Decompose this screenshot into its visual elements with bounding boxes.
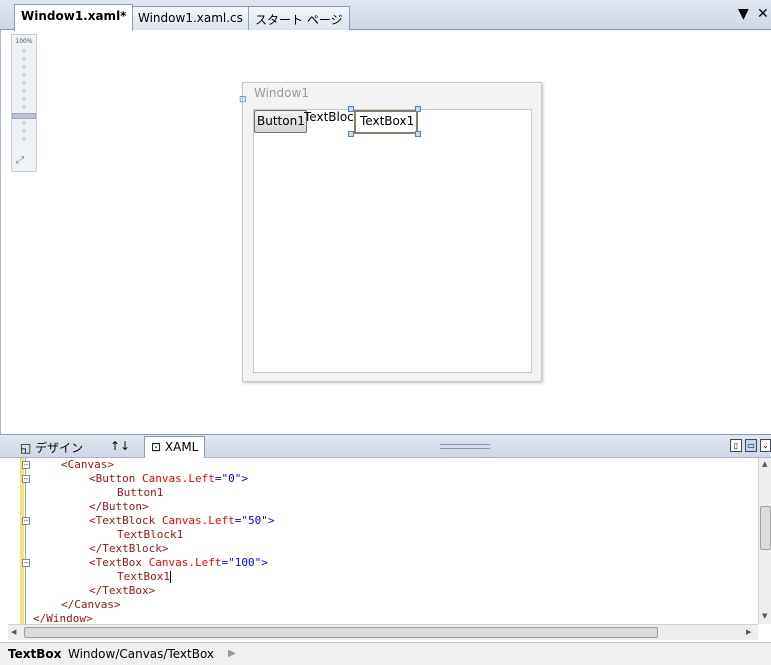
- button1-label: Button1: [257, 114, 305, 128]
- window-title: Window1: [254, 86, 309, 100]
- collapse-icon[interactable]: −: [22, 559, 30, 567]
- xml-bracket: >: [267, 514, 275, 527]
- code-line: <TextBlock Canvas.Left="50">: [89, 514, 274, 528]
- scroll-left-icon[interactable]: ◀: [11, 628, 16, 636]
- xml-text: TextBox1: [117, 570, 170, 583]
- tab-label: Window1.xaml.cs: [138, 11, 243, 25]
- xml-bracket: >: [241, 472, 248, 485]
- collapse-icon[interactable]: −: [22, 475, 30, 483]
- xml-tag: <TextBlock: [89, 514, 156, 527]
- selection-handle[interactable]: [415, 106, 421, 112]
- zoom-slider-thumb[interactable]: [12, 113, 36, 119]
- xml-tag: <Canvas>: [61, 458, 114, 471]
- vertical-split-button[interactable]: ▯: [730, 439, 742, 452]
- textblock1-text: TextBlock1: [304, 110, 353, 124]
- xaml-view-icon: ⊡: [151, 440, 162, 454]
- code-line: <TextBox Canvas.Left="100">: [89, 556, 268, 570]
- xml-attribute: Canvas.Left: [135, 472, 215, 485]
- textbox1-text: TextBox1: [360, 114, 415, 128]
- button1-control[interactable]: Button1: [254, 110, 307, 133]
- code-line: Button1: [117, 486, 163, 500]
- scroll-down-icon[interactable]: ▼: [762, 612, 767, 620]
- code-line: </Canvas>: [61, 598, 121, 612]
- tab-window1-xaml-cs[interactable]: Window1.xaml.cs: [131, 6, 250, 30]
- vs-wpf-designer: Window1.xaml* Window1.xaml.cs スタート ページ ▼…: [0, 0, 771, 665]
- xaml-tab-label: XAML: [164, 440, 199, 454]
- xml-value: "100": [228, 556, 262, 569]
- code-line: </Button>: [89, 500, 149, 514]
- swap-icon: ↑↓: [110, 439, 131, 453]
- view-splitter[interactable]: ◱ デザイン ↑↓ ⊡ XAML ▯ ▭ ⌄: [0, 434, 771, 459]
- xml-attribute: Canvas.Left: [155, 514, 235, 527]
- element-path[interactable]: Window/Canvas/TextBox: [68, 647, 214, 661]
- zoom-label: 100%: [15, 38, 33, 45]
- design-surface[interactable]: 100% ⤢ Window1 ⊡ Button1 TextBlock1 Text…: [0, 30, 771, 434]
- xaml-editor[interactable]: − − − − <Canvas> <Button Canvas.Left="0"…: [8, 458, 758, 624]
- selection-handle[interactable]: [348, 131, 354, 137]
- xml-tag: <Button: [89, 472, 136, 485]
- document-tab-strip: Window1.xaml* Window1.xaml.cs スタート ページ ▼…: [0, 0, 771, 31]
- xml-attribute: Canvas.Left: [141, 556, 222, 569]
- horizontal-scroll-thumb[interactable]: [24, 627, 658, 638]
- code-line: TextBox1: [117, 570, 171, 584]
- code-line: TextBlock1: [117, 528, 183, 542]
- xml-tag: </TextBox>: [89, 584, 156, 597]
- xml-value: "0": [221, 472, 242, 485]
- vertical-scrollbar[interactable]: ▲ ▼: [758, 458, 771, 624]
- tab-start-page[interactable]: スタート ページ: [248, 6, 350, 30]
- design-tab-label: デザイン: [35, 441, 84, 455]
- collapse-icon[interactable]: −: [22, 461, 30, 469]
- code-line: </TextBlock>: [89, 542, 168, 556]
- wpf-window-preview[interactable]: Window1 ⊡ Button1 TextBlock1 TextBox1: [239, 82, 542, 382]
- zoom-control[interactable]: 100% ⤢: [11, 34, 37, 172]
- element-breadcrumb-bar: TextBox Window/Canvas/TextBox ▶: [0, 642, 771, 665]
- scroll-up-icon[interactable]: ▲: [762, 460, 767, 468]
- design-view-icon: ◱: [20, 441, 32, 455]
- tab-design[interactable]: ◱ デザイン: [14, 436, 89, 457]
- tab-label: Window1.xaml*: [21, 9, 127, 23]
- xml-value: "50": [241, 514, 268, 527]
- textbox1-control[interactable]: TextBox1: [354, 110, 418, 134]
- xml-text: Button1: [117, 486, 164, 499]
- xml-tag: </Button>: [89, 500, 149, 513]
- code-line: <Button Canvas.Left="0">: [89, 472, 248, 486]
- scroll-right-icon[interactable]: ▶: [746, 628, 751, 636]
- dropdown-icon[interactable]: ▼: [738, 6, 749, 22]
- canvas-area[interactable]: Button1 TextBlock1 TextBox1: [253, 106, 532, 373]
- horizontal-split-button[interactable]: ▭: [745, 439, 757, 452]
- xml-bracket: >: [261, 556, 268, 569]
- element-adorner-icon[interactable]: ⊡: [239, 95, 247, 105]
- xml-tag: </Canvas>: [61, 598, 121, 611]
- xml-tag: </TextBlock>: [89, 542, 169, 555]
- swap-panes-button[interactable]: ↑↓: [104, 436, 136, 457]
- text-caret: [169, 571, 171, 583]
- horizontal-scrollbar[interactable]: ◀ ▶: [8, 624, 758, 640]
- breadcrumb-arrow-icon[interactable]: ▶: [228, 648, 236, 659]
- tab-xaml[interactable]: ⊡ XAML: [144, 436, 206, 459]
- xml-tag: </Window>: [33, 612, 93, 624]
- code-line: </Window>: [33, 612, 93, 624]
- fit-to-window-icon[interactable]: ⤢: [16, 155, 24, 166]
- selected-element-name[interactable]: TextBox: [8, 647, 61, 661]
- collapse-icon[interactable]: −: [22, 517, 30, 525]
- code-line: </TextBox>: [89, 584, 155, 598]
- tab-label: スタート ページ: [255, 13, 343, 27]
- xml-tag: <TextBox: [89, 556, 142, 569]
- zoom-track[interactable]: [22, 49, 26, 145]
- code-line: <Canvas>: [61, 458, 114, 472]
- close-icon[interactable]: ✕: [757, 6, 769, 22]
- selection-handle[interactable]: [348, 106, 354, 112]
- vertical-scroll-thumb[interactable]: [760, 506, 771, 550]
- textblock1-control[interactable]: TextBlock1: [304, 110, 353, 126]
- xml-text: TextBlock1: [117, 528, 184, 541]
- tab-window1-xaml[interactable]: Window1.xaml*: [14, 4, 134, 31]
- collapse-pane-button[interactable]: ⌄: [760, 439, 771, 452]
- selection-handle[interactable]: [415, 131, 421, 137]
- splitter-grip[interactable]: [440, 444, 490, 449]
